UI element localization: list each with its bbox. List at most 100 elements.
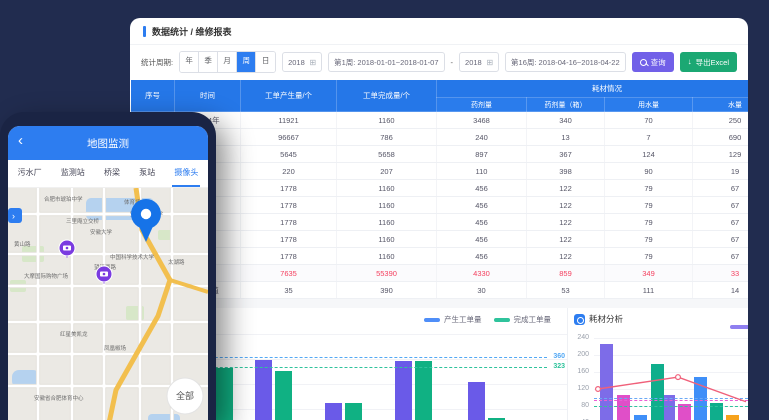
section-divider — [130, 299, 748, 308]
reference-line-label: 323 — [553, 363, 565, 370]
gridline — [594, 338, 748, 339]
sub-col-header: 水量 — [693, 98, 749, 112]
calendar-icon: ⊞ — [486, 58, 493, 67]
chart-legend: 产生工单量完成工单量 — [424, 314, 551, 325]
year-to-select[interactable]: 2018 ⊞ — [459, 52, 499, 72]
table-row: 7177811604561227967 — [131, 214, 749, 231]
week-to-input[interactable]: 第16周: 2018-04-16~2018-04-22 — [505, 52, 626, 72]
period-option[interactable]: 季 — [199, 52, 218, 72]
table-cell: 220 — [241, 163, 337, 180]
phone-tab[interactable]: 污水厂 — [16, 160, 44, 187]
reference-line — [594, 400, 748, 401]
breadcrumb-text: 数据统计 / 维修报表 — [152, 25, 232, 38]
dashboard-panel: 数据统计 / 维修报表 统计周期: 年季月周日 2018 ⊞ 第1周: 2018… — [130, 18, 748, 420]
col-header-index: 序号 — [131, 80, 175, 112]
table-cell: 7 — [605, 129, 693, 146]
table-cell: 79 — [605, 248, 693, 265]
table-cell: 250 — [693, 112, 749, 129]
breadcrumb: 数据统计 / 维修报表 — [130, 18, 748, 45]
consumables-chart: 耗材分析 2402001601208040 — [568, 308, 748, 420]
table-cell: 35 — [241, 282, 337, 299]
data-point-marker — [676, 375, 681, 380]
map-label: 凤凰椒场 — [104, 344, 127, 352]
table-cell: 1160 — [337, 180, 437, 197]
reference-line — [594, 398, 748, 399]
gridline — [594, 389, 748, 390]
chart-title: 耗材分析 — [574, 313, 623, 325]
axis-tick-label: 200 — [568, 351, 589, 358]
back-icon[interactable]: ‹ — [18, 133, 23, 148]
axis-tick-label: 160 — [568, 368, 589, 375]
table-row: 356455658897367124129 — [131, 146, 749, 163]
legend-label: 完成工单量 — [514, 314, 552, 325]
table-cell: 1160 — [337, 112, 437, 129]
table-cell: 14 — [693, 282, 749, 299]
table-cell: 79 — [605, 180, 693, 197]
bar — [634, 415, 647, 420]
range-separator: - — [451, 58, 454, 67]
year-to-value: 2018 — [465, 58, 482, 67]
reference-line — [594, 406, 748, 407]
period-option[interactable]: 日 — [256, 52, 275, 72]
bar — [694, 377, 707, 420]
gridline — [594, 355, 748, 356]
table-cell: 55390 — [337, 265, 437, 282]
map-view[interactable]: 合肥市琥珀中学体育场安徽农业大学三里庵立交桥安徽大学黄山路中国科学技术大学望江西… — [8, 188, 208, 420]
phone-header: ‹ 地图监测 — [8, 126, 208, 160]
table-cell: 122 — [527, 197, 605, 214]
report-table: 序号 时间 工单产生量/个 工单完成量/个 耗材情况 药剂量 药剂量（箱） 用水… — [130, 79, 748, 299]
col-header-group: 耗材情况 — [437, 80, 749, 98]
analysis-icon — [574, 314, 585, 325]
table-cell: 7635 — [241, 265, 337, 282]
period-option[interactable]: 年 — [180, 52, 199, 72]
legend-item: 完成工单量 — [494, 314, 552, 325]
week-from-input[interactable]: 第1周: 2018-01-01~2018-01-07 — [328, 52, 444, 72]
table-cell: 67 — [693, 248, 749, 265]
phone-tab[interactable]: 桥梁 — [102, 160, 122, 187]
map-expand-button[interactable]: › — [8, 208, 22, 223]
table-cell: 5658 — [337, 146, 437, 163]
export-excel-button[interactable]: ↓ 导出Excel — [680, 52, 737, 72]
bar — [325, 403, 342, 420]
table-row: 296667786240137690 — [131, 129, 749, 146]
table-cell: 79 — [605, 214, 693, 231]
map-label: 大摩国际购物广场 — [24, 272, 69, 280]
table-cell: 67 — [693, 197, 749, 214]
table-average-row: 平均值35390305311114 — [131, 282, 749, 299]
table-cell: 3468 — [437, 112, 527, 129]
table-cell: 456 — [437, 197, 527, 214]
table-cell: 67 — [693, 231, 749, 248]
period-option[interactable]: 月 — [218, 52, 237, 72]
svg-text:›: › — [12, 211, 15, 221]
table-cell: 122 — [527, 214, 605, 231]
charts-row: 产生工单量完成工单量 360323 耗材分析 2402001601208040 — [130, 308, 748, 420]
map-all-button[interactable]: 全部 — [167, 378, 203, 414]
map-canvas: 合肥市琥珀中学体育场安徽农业大学三里庵立交桥安徽大学黄山路中国科学技术大学望江西… — [8, 188, 208, 420]
col-header-done: 工单完成量/个 — [337, 80, 437, 112]
table-cell: 11921 — [241, 112, 337, 129]
chart-title-text: 耗材分析 — [589, 313, 623, 325]
period-option[interactable]: 周 — [237, 52, 256, 72]
table-cell: 1778 — [241, 248, 337, 265]
table-cell: 4330 — [437, 265, 527, 282]
table-cell: 30 — [437, 282, 527, 299]
table-cell: 122 — [527, 248, 605, 265]
phone-tab[interactable]: 监测站 — [59, 160, 87, 187]
phone-tab[interactable]: 摄像头 — [172, 160, 200, 187]
map-label: 红星美凯龙 — [60, 330, 88, 338]
sub-col-header: 药剂量（箱） — [527, 98, 605, 112]
period-segmented-control: 年季月周日 — [179, 51, 276, 73]
table-cell: 122 — [527, 231, 605, 248]
map-label: 合肥市琥珀中学 — [44, 195, 83, 203]
query-button[interactable]: 查询 — [632, 52, 674, 72]
year-from-select[interactable]: 2018 ⊞ — [282, 52, 322, 72]
bar — [415, 361, 432, 420]
table-cell: 79 — [605, 231, 693, 248]
phone-tab[interactable]: 泵站 — [137, 160, 157, 187]
table-cell: 79 — [605, 197, 693, 214]
legend-swatch — [424, 318, 440, 322]
table-cell: 1778 — [241, 197, 337, 214]
table-cell: 110 — [437, 163, 527, 180]
query-button-label: 查询 — [651, 57, 666, 68]
table-row: 42202071103989019 — [131, 163, 749, 180]
